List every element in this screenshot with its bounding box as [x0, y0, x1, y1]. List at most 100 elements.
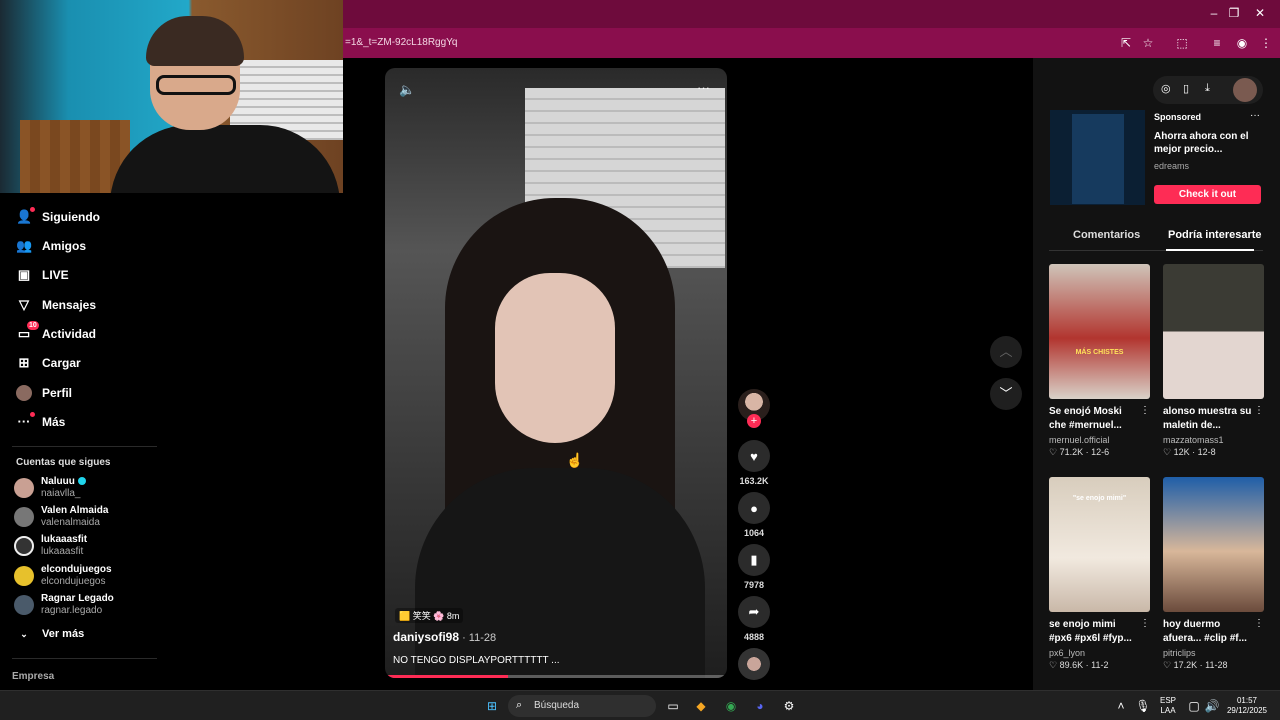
tab-comments[interactable]: Comentarios	[1073, 229, 1140, 241]
share-button[interactable]: ➦ 4888	[738, 596, 770, 642]
tab-interest[interactable]: Podría interesarte	[1168, 229, 1262, 241]
sidebar-item-mensajes[interactable]: ▽ Mensajes	[16, 294, 96, 316]
comment-icon: ●	[738, 492, 770, 524]
see-more-button[interactable]: ⌄ Ver más	[16, 623, 84, 645]
chevron-down-icon: ⌄	[20, 629, 28, 639]
next-video-button[interactable]: ﹀	[990, 378, 1022, 410]
minimize-icon[interactable]: –	[1204, 6, 1224, 20]
following-account[interactable]: elcondujuegos elcondujuegos	[14, 562, 154, 588]
upload-icon: ⊞	[18, 355, 30, 370]
phone-icon[interactable]: ▯	[1183, 82, 1189, 95]
following-account[interactable]: Valen Almaida valenalmaida	[14, 503, 154, 529]
browser-menu-icon[interactable]: ⋮	[1258, 36, 1274, 50]
video-tag[interactable]: 🟨 笑笑 🌸 8m	[395, 608, 464, 623]
network-icon[interactable]: ▢	[1185, 697, 1203, 715]
clock-time: 01:57	[1236, 696, 1258, 705]
follow-plus-icon[interactable]: +	[747, 414, 761, 428]
card-menu-icon[interactable]: ⋮	[1140, 618, 1150, 629]
following-account[interactable]: lukaaasfit lukaaasfit	[14, 532, 154, 558]
video-username[interactable]: daniysofi98	[393, 630, 459, 644]
ad-thumbnail[interactable]	[1050, 110, 1145, 205]
microphone-icon[interactable]: 🎙	[1134, 697, 1152, 715]
restore-icon[interactable]: ❐	[1224, 6, 1244, 20]
download-icon[interactable]: ⤓	[1205, 82, 1210, 95]
extensions-icon[interactable]: ⬚	[1174, 36, 1190, 50]
sidebar-item-live[interactable]: ▣ LIVE	[16, 264, 69, 286]
sidebar-item-label: LIVE	[42, 268, 69, 282]
recommendation-title[interactable]: alonso muestra su maletin de...	[1163, 405, 1255, 433]
card-menu-icon[interactable]: ⋮	[1140, 405, 1150, 416]
music-disc-icon[interactable]	[738, 648, 770, 680]
avatar[interactable]	[1233, 78, 1257, 102]
account-handle: elcondujuegos	[41, 576, 106, 587]
save-button[interactable]: ▮ 7978	[738, 544, 770, 590]
app-icon[interactable]: ⚙	[780, 697, 798, 715]
following-account[interactable]: Ragnar Legado ragnar.legado	[14, 591, 154, 617]
recommendation-card[interactable]: alonso muestra su maletin de... ⋮ mazzat…	[1163, 264, 1264, 458]
clock[interactable]: 01:57 29/12/2025	[1222, 696, 1272, 716]
sidebar-item-mas[interactable]: ··· Más	[16, 411, 65, 433]
windows-start-icon[interactable]: ⊞	[483, 697, 501, 715]
video-caption[interactable]: NO TENGO DISPLAYPORTTTTTT ...	[393, 655, 560, 666]
bookmark-star-icon[interactable]: ☆	[1140, 36, 1156, 50]
like-count: 89.6K	[1059, 660, 1084, 670]
company-link[interactable]: Empresa	[12, 671, 54, 682]
task-view-icon[interactable]: ▭	[664, 697, 682, 715]
recommendation-title[interactable]: hoy duermo afuera... #clip #f...	[1163, 618, 1255, 646]
comment-button[interactable]: ● 1064	[738, 492, 770, 538]
close-icon[interactable]: ✕	[1250, 6, 1270, 20]
previous-video-button[interactable]: ︿	[990, 336, 1022, 368]
video-progress-bar[interactable]	[385, 675, 727, 678]
recommendation-card[interactable]: "se enojo mimi" se enojo mimi #px6 #px6l…	[1049, 477, 1150, 671]
like-count: 71.2K	[1059, 447, 1084, 457]
recommendation-title[interactable]: se enojo mimi #px6 #px6l #fyp...	[1049, 618, 1141, 646]
like-button[interactable]: ♥ 163.2K	[738, 440, 770, 486]
profile-icon[interactable]: ◉	[1234, 36, 1250, 50]
url-text[interactable]: =1&_t=ZM-92cL18RggYq	[345, 37, 458, 48]
more-options-icon[interactable]: ···	[697, 80, 710, 95]
recommendation-author[interactable]: px6_lyon	[1049, 648, 1150, 658]
sidebar-item-siguiendo[interactable]: 👤 Siguiendo	[16, 206, 100, 228]
taskbar-search[interactable]: ⌕ Búsqueda	[508, 695, 656, 717]
media-queue-icon[interactable]: ≡	[1209, 36, 1225, 50]
windows-taskbar: ⊞ ⌕ Búsqueda ▭ ◆ ◉ ◕ ⚙ ˄ 🎙 ESP LAA ▢ 🔊 0…	[0, 690, 1280, 720]
card-menu-icon[interactable]: ⋮	[1254, 618, 1264, 629]
mouse-cursor: ☝	[566, 452, 584, 468]
recommendation-card[interactable]: hoy duermo afuera... #clip #f... ⋮ pitri…	[1163, 477, 1264, 671]
language-indicator[interactable]: ESP LAA	[1158, 696, 1178, 716]
language-code: ESP	[1159, 696, 1176, 705]
recommendation-author[interactable]: mazzatomass1	[1163, 435, 1264, 445]
chrome-icon[interactable]: ◉	[722, 697, 740, 715]
recommendation-thumbnail[interactable]	[1163, 264, 1264, 399]
ad-cta-button[interactable]: Check it out	[1154, 185, 1261, 204]
discord-icon[interactable]: ◕	[751, 697, 769, 715]
recommendation-author[interactable]: pitriclips	[1163, 648, 1264, 658]
sidebar-item-actividad[interactable]: ▭ 10 Actividad	[16, 321, 96, 345]
ad-title[interactable]: Ahorra ahora con el mejor precio...	[1154, 130, 1264, 156]
search-icon: ⌕	[516, 699, 523, 711]
account-handle: ragnar.legado	[41, 605, 103, 616]
ad-more-icon[interactable]: ···	[1250, 110, 1260, 121]
compass-icon[interactable]: ◎	[1161, 82, 1171, 95]
avatar	[14, 478, 34, 498]
card-menu-icon[interactable]: ⋮	[1254, 405, 1264, 416]
video-player[interactable]: 🔈 ··· 🟨 笑笑 🌸 8m daniysofi98 · 11-28 NO T…	[385, 68, 727, 678]
sidebar-item-cargar[interactable]: ⊞ Cargar	[16, 352, 81, 374]
recommendation-card[interactable]: MÁS CHISTES Se enojó Moski che #mernuel.…	[1049, 264, 1150, 458]
sidebar-item-perfil[interactable]: Perfil	[16, 382, 72, 404]
recommendation-author[interactable]: mernuel.official	[1049, 435, 1150, 445]
recommendation-thumbnail[interactable]: "se enojo mimi"	[1049, 477, 1150, 612]
account-name: lukaaasfit	[41, 534, 88, 545]
volume-icon[interactable]: 🔈	[399, 82, 415, 98]
heart-icon: ♥	[738, 440, 770, 472]
copilot-icon[interactable]: ◆	[692, 697, 710, 715]
chevron-up-icon[interactable]: ˄	[1112, 697, 1130, 715]
volume-icon[interactable]: 🔊	[1203, 697, 1221, 715]
recommendation-thumbnail[interactable]: MÁS CHISTES	[1049, 264, 1150, 399]
sidebar-item-amigos[interactable]: 👥 Amigos	[16, 235, 86, 257]
recommendation-thumbnail[interactable]	[1163, 477, 1264, 612]
install-app-icon[interactable]: ⇱	[1118, 36, 1134, 50]
post-date: 11-2	[1091, 660, 1109, 670]
following-account[interactable]: Naluuu naiavlla_	[14, 474, 154, 500]
recommendation-title[interactable]: Se enojó Moski che #mernuel...	[1049, 405, 1141, 433]
